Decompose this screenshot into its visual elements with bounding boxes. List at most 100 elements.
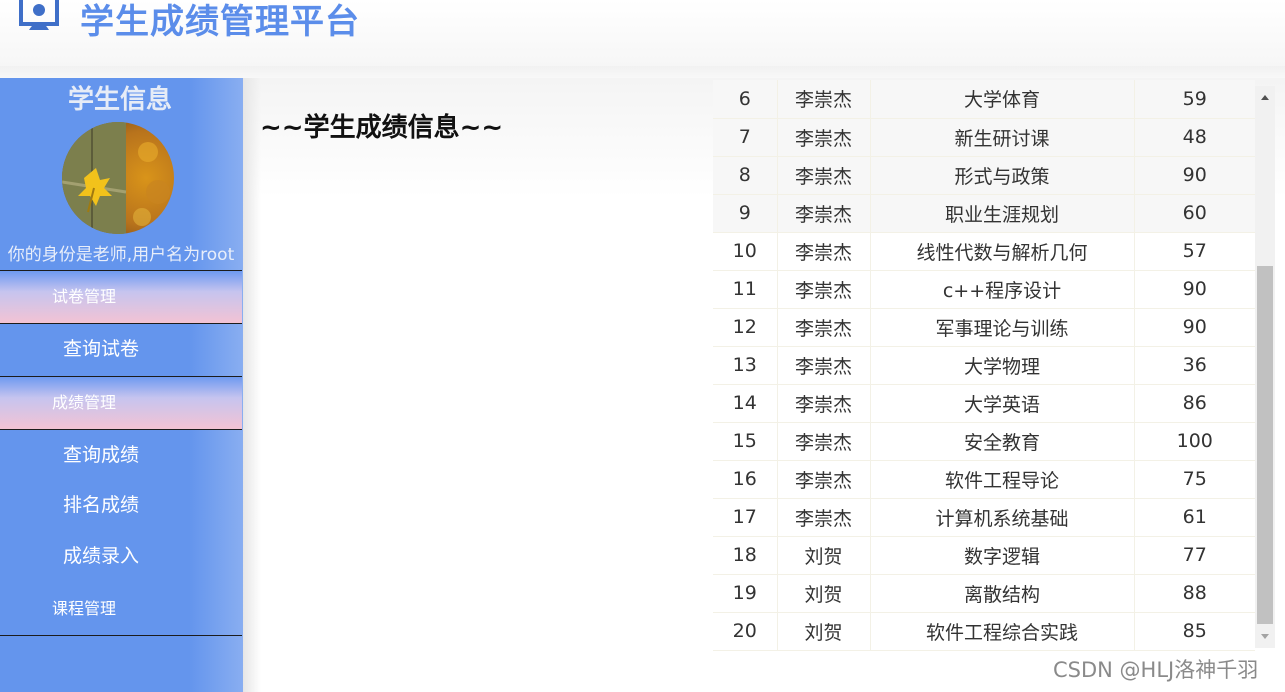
cell-name: 李崇杰 xyxy=(777,118,871,157)
menu-section-courses[interactable]: 课程管理 xyxy=(0,582,242,636)
cell-id: 6 xyxy=(713,80,778,119)
scroll-thumb[interactable] xyxy=(1257,266,1273,624)
header-divider xyxy=(0,66,1285,78)
menu-item-label: 查询试卷 xyxy=(63,338,140,360)
menu-item-query-grades[interactable]: 查询成绩 xyxy=(0,430,242,480)
cell-course: 数字逻辑 xyxy=(870,536,1135,575)
table-row: 6 李崇杰 大学体育 59 xyxy=(713,80,1255,119)
menu-section-label: 试卷管理 xyxy=(52,287,117,306)
cell-name: 李崇杰 xyxy=(777,384,871,423)
cell-id: 10 xyxy=(713,232,778,271)
cell-name: 李崇杰 xyxy=(777,270,871,309)
table-row: 9 李崇杰 职业生涯规划 60 xyxy=(713,194,1255,233)
cell-name: 李崇杰 xyxy=(777,308,871,347)
table-row: 15 李崇杰 安全教育 100 xyxy=(713,422,1255,461)
cell-score: 48 xyxy=(1134,118,1255,157)
cell-name: 李崇杰 xyxy=(777,156,871,195)
cell-id: 20 xyxy=(713,612,778,651)
menu-item-label: 成绩录入 xyxy=(63,545,140,567)
table-row: 20 刘贺 软件工程综合实践 85 xyxy=(713,612,1255,651)
cell-name: 李崇杰 xyxy=(777,232,871,271)
app-title: 学生成绩管理平台 xyxy=(80,2,360,42)
cell-id: 14 xyxy=(713,384,778,423)
cell-id: 18 xyxy=(713,536,778,575)
cell-name: 李崇杰 xyxy=(777,460,871,499)
cell-course: 大学英语 xyxy=(870,384,1135,423)
table-row: 14 李崇杰 大学英语 86 xyxy=(713,384,1255,423)
cell-score: 75 xyxy=(1134,460,1255,499)
cell-name: 李崇杰 xyxy=(777,422,871,461)
scroll-down-icon[interactable] xyxy=(1255,626,1275,648)
cell-course: 形式与政策 xyxy=(870,156,1135,195)
table-row: 8 李崇杰 形式与政策 90 xyxy=(713,156,1255,195)
cell-id: 15 xyxy=(713,422,778,461)
cell-course: 线性代数与解析几何 xyxy=(870,232,1135,271)
table-row: 11 李崇杰 c++程序设计 90 xyxy=(713,270,1255,309)
header-bar: 学生成绩管理平台 xyxy=(0,0,1285,68)
grade-table: 6 李崇杰 大学体育 59 7 李崇杰 新生研讨课 48 8 李崇杰 形式与政策 90 9 李崇杰 职业生涯… xyxy=(713,80,1255,651)
table-row: 13 李崇杰 大学物理 36 xyxy=(713,346,1255,385)
table-row: 18 刘贺 数字逻辑 77 xyxy=(713,536,1255,575)
menu-item-label: 查询成绩 xyxy=(63,444,140,466)
scroll-up-icon[interactable] xyxy=(1255,86,1275,108)
cell-course: 军事理论与训练 xyxy=(870,308,1135,347)
cell-id: 13 xyxy=(713,346,778,385)
menu-section-label: 成绩管理 xyxy=(52,393,117,412)
cell-course: 大学体育 xyxy=(870,80,1135,119)
table-row: 19 刘贺 离散结构 88 xyxy=(713,574,1255,613)
menu-section-exam[interactable]: 试卷管理 xyxy=(0,270,242,324)
cell-score: 57 xyxy=(1134,232,1255,271)
identity-text: 你的身份是老师,用户名为root xyxy=(7,245,235,265)
menu-item-label: 排名成绩 xyxy=(63,494,140,516)
table-row: 12 李崇杰 军事理论与训练 90 xyxy=(713,308,1255,347)
cell-score: 61 xyxy=(1134,498,1255,537)
main-shadow xyxy=(243,78,261,692)
table-row: 7 李崇杰 新生研讨课 48 xyxy=(713,118,1255,157)
cell-name: 刘贺 xyxy=(777,536,871,575)
avatar[interactable] xyxy=(62,122,174,234)
cell-course: 安全教育 xyxy=(870,422,1135,461)
cell-course: 新生研讨课 xyxy=(870,118,1135,157)
cell-id: 11 xyxy=(713,270,778,309)
cell-score: 59 xyxy=(1134,80,1255,119)
menu-section-grades[interactable]: 成绩管理 xyxy=(0,376,242,430)
cell-id: 9 xyxy=(713,194,778,233)
cell-name: 李崇杰 xyxy=(777,498,871,537)
menu-item-rank-grades[interactable]: 排名成绩 xyxy=(0,480,242,530)
cell-score: 77 xyxy=(1134,536,1255,575)
menu-section-label: 课程管理 xyxy=(52,599,117,618)
cell-course: 离散结构 xyxy=(870,574,1135,613)
cell-course: 软件工程导论 xyxy=(870,460,1135,499)
leaf-photo-icon xyxy=(62,122,174,234)
person-board-icon xyxy=(19,0,59,30)
cell-id: 19 xyxy=(713,574,778,613)
sidebar-title: 学生信息 xyxy=(67,85,172,115)
cell-course: 软件工程综合实践 xyxy=(870,612,1135,651)
scrollbar[interactable] xyxy=(1255,86,1275,648)
menu-item-enter-grades[interactable]: 成绩录入 xyxy=(0,531,242,581)
cell-name: 刘贺 xyxy=(777,574,871,613)
table-row: 17 李崇杰 计算机系统基础 61 xyxy=(713,498,1255,537)
cell-course: 职业生涯规划 xyxy=(870,194,1135,233)
cell-name: 李崇杰 xyxy=(777,80,871,119)
cell-score: 36 xyxy=(1134,346,1255,385)
cell-id: 16 xyxy=(713,460,778,499)
table-row: 16 李崇杰 软件工程导论 75 xyxy=(713,460,1255,499)
menu-item-query-exam[interactable]: 查询试卷 xyxy=(0,324,242,374)
cell-id: 12 xyxy=(713,308,778,347)
cell-score: 90 xyxy=(1134,308,1255,347)
cell-id: 17 xyxy=(713,498,778,537)
page-heading: ~~学生成绩信息~~ xyxy=(260,113,504,143)
cell-id: 8 xyxy=(713,156,778,195)
cell-score: 86 xyxy=(1134,384,1255,423)
cell-score: 100 xyxy=(1134,422,1255,461)
cell-score: 85 xyxy=(1134,612,1255,651)
cell-name: 李崇杰 xyxy=(777,346,871,385)
cell-score: 60 xyxy=(1134,194,1255,233)
sidebar: 学生信息 你的身份是老师,用户名为root 试卷管理 查询试卷 成绩管理 查询成… xyxy=(0,78,243,692)
cell-name: 李崇杰 xyxy=(777,194,871,233)
cell-course: 计算机系统基础 xyxy=(870,498,1135,537)
cell-course: c++程序设计 xyxy=(870,270,1135,309)
cell-course: 大学物理 xyxy=(870,346,1135,385)
cell-id: 7 xyxy=(713,118,778,157)
